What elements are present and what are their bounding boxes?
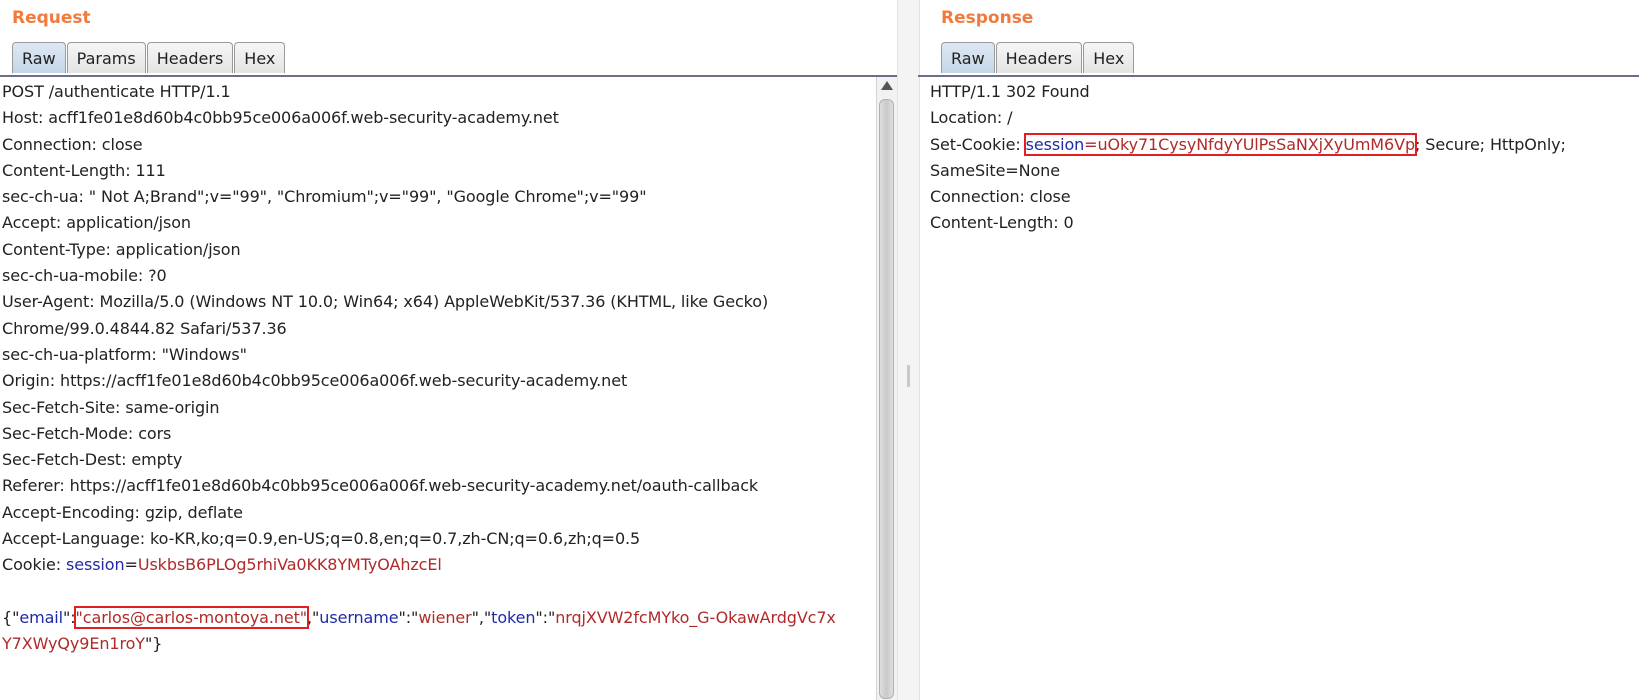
request-line: Content-Type: application/json [2,239,241,259]
cookie-prefix: Cookie: [2,555,66,575]
request-line: Sec-Fetch-Site: same-origin [2,397,220,417]
request-cookie-line: Cookie: session=UskbsB6PLOg5rhiVa0KK8YMT… [2,552,836,578]
request-body-line: {"email":"carlos@carlos-montoya.net","us… [2,605,836,631]
body-key-email: email [19,607,63,627]
response-content-length-line: Content-Length: 0 [930,213,1074,233]
request-body-line-wrap: Y7XWyQy9En1roY"} [2,631,836,657]
request-line: Sec-Fetch-Dest: empty [2,450,183,470]
body-value-email: "carlos@carlos-montoya.net" [73,605,310,629]
request-editor[interactable]: POST /authenticate HTTP/1.1 Host: acff1f… [0,77,897,700]
response-samesite-line: SameSite=None [930,160,1060,180]
cookie-name: session [65,555,125,575]
request-blank-line [2,579,836,605]
request-tab-hex[interactable]: Hex [234,42,286,73]
request-line: Referer: https://acff1fe01e8d60b4c0bb95c… [2,476,759,496]
response-tabbar: Raw Headers Hex [918,40,1639,77]
request-line: User-Agent: Mozilla/5.0 (Windows NT 10.0… [2,292,769,312]
response-tab-headers[interactable]: Headers [995,42,1083,73]
body-close: "} [144,634,163,654]
set-cookie-session-box: session=uOky71CysyNfdyYUlPsSaNXjXyUmM6Vp [1023,132,1418,156]
cookie-value: UskbsB6PLOg5rhiVa0KK8YMTyOAhzcEl [137,555,442,575]
split-divider[interactable] [897,0,920,700]
request-line: Sec-Fetch-Mode: cors [2,423,172,443]
body-punct: "," [471,607,492,627]
body-key-token: token [491,607,536,627]
request-line: Host: acff1fe01e8d60b4c0bb95ce006a006f.w… [2,108,559,128]
response-tab-raw[interactable]: Raw [941,42,995,73]
request-line: Accept: application/json [2,213,191,233]
divider-grip-icon[interactable] [907,365,910,387]
request-line: Connection: close [2,134,143,154]
response-panel: Response Raw Headers Hex HTTP/1.1 302 Fo… [918,0,1639,700]
request-line: sec-ch-ua-platform: "Windows" [2,344,247,364]
request-text: POST /authenticate HTTP/1.1 Host: acff1f… [2,79,836,658]
request-title: Request [12,8,91,28]
set-cookie-prefix: Set-Cookie: [930,134,1026,154]
body-open: {" [2,607,20,627]
body-value-username: wiener [418,607,472,627]
request-tab-raw[interactable]: Raw [12,42,66,73]
set-cookie-value: uOky71CysyNfdyYUlPsSaNXjXyUmM6Vp [1097,134,1415,154]
response-location-line: Location: / [930,108,1013,128]
request-line: Accept-Encoding: gzip, deflate [2,502,243,522]
response-tab-hex[interactable]: Hex [1083,42,1135,73]
response-title: Response [941,8,1034,28]
response-status-line: HTTP/1.1 302 Found [930,82,1090,101]
body-key-username: username [319,607,399,627]
request-line: Origin: https://acff1fe01e8d60b4c0bb95ce… [2,371,628,391]
cookie-eq: = [124,555,138,575]
body-value-token-cont: Y7XWyQy9En1roY [2,634,145,654]
request-panel: Request Raw Params Headers Hex POST /aut… [0,0,898,700]
body-punct: ": [62,607,76,627]
request-line: sec-ch-ua: " Not A;Brand";v="99", "Chrom… [2,187,647,207]
body-value-token: nrqjXVW2fcMYko_G-OkawArdgVc7x [555,607,836,627]
body-punct: ":" [535,607,556,627]
response-set-cookie-line: Set-Cookie: session=uOky71CysyNfdyYUlPsS… [930,132,1566,158]
request-line: sec-ch-ua-mobile: ?0 [2,266,167,286]
request-line: Content-Length: 111 [2,160,166,180]
body-punct: ," [307,607,320,627]
scroll-up-icon[interactable] [881,81,893,90]
request-line: POST /authenticate HTTP/1.1 [2,82,231,101]
response-connection-line: Connection: close [930,187,1071,207]
scroll-thumb[interactable] [879,99,894,699]
request-tab-params[interactable]: Params [66,42,146,73]
set-cookie-suffix: ; Secure; HttpOnly; [1415,134,1566,154]
request-tabbar: Raw Params Headers Hex [0,40,897,77]
request-line: Chrome/99.0.4844.82 Safari/537.36 [2,318,287,338]
request-scrollbar[interactable] [876,77,898,700]
request-tab-headers[interactable]: Headers [146,42,234,73]
set-cookie-eq: = [1084,134,1098,154]
response-text: HTTP/1.1 302 Found Location: / Set-Cooki… [930,79,1566,237]
body-punct: ":" [398,607,419,627]
set-cookie-name: session [1025,134,1085,154]
response-editor[interactable]: HTTP/1.1 302 Found Location: / Set-Cooki… [918,77,1639,700]
request-line: Accept-Language: ko-KR,ko;q=0.9,en-US;q=… [2,529,641,549]
